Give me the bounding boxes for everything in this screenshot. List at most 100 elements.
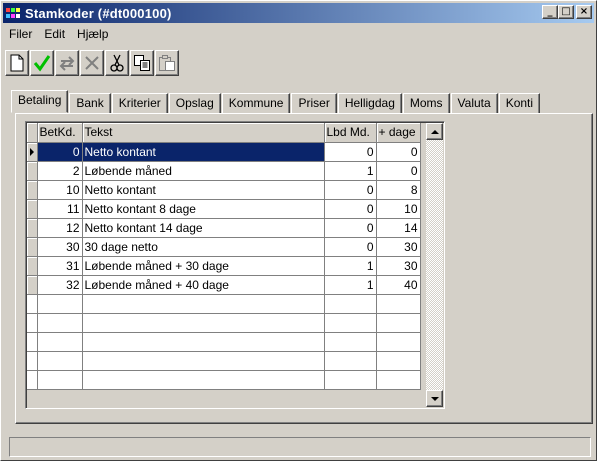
cell-tekst[interactable]: Netto kontant xyxy=(82,180,325,200)
cell-betkd[interactable]: 12 xyxy=(37,218,83,238)
accept-button[interactable] xyxy=(30,50,54,76)
row-indicator[interactable] xyxy=(27,256,38,276)
betaling-grid[interactable]: BetKd. Tekst Lbd Md. + dage 0 Netto konta… xyxy=(25,121,445,409)
tab-betaling[interactable]: Betaling xyxy=(11,90,69,113)
empty-cell[interactable] xyxy=(82,370,325,390)
column-header-betkd[interactable]: BetKd. xyxy=(37,123,83,143)
menu-edit[interactable]: Edit xyxy=(38,27,71,41)
empty-cell[interactable] xyxy=(37,294,83,314)
cell-betkd[interactable]: 32 xyxy=(37,275,83,295)
cell-tekst[interactable]: Netto kontant 8 dage xyxy=(82,199,325,219)
cell-lbd[interactable]: 0 xyxy=(324,199,377,219)
row-indicator[interactable] xyxy=(27,218,38,238)
table-row[interactable]: 2 Løbende måned 1 0 xyxy=(27,161,421,181)
empty-cell[interactable] xyxy=(324,313,377,333)
empty-row[interactable] xyxy=(27,294,421,314)
cell-dage[interactable]: 8 xyxy=(376,180,421,200)
table-row[interactable]: 0 Netto kontant 0 0 xyxy=(27,142,421,162)
cell-dage[interactable]: 40 xyxy=(376,275,421,295)
table-row[interactable]: 30 30 dage netto 0 30 xyxy=(27,237,421,257)
undo-button[interactable] xyxy=(55,50,79,76)
paste-button[interactable] xyxy=(155,50,179,76)
empty-cell[interactable] xyxy=(324,370,377,390)
table-row[interactable]: 31 Løbende måned + 30 dage 1 30 xyxy=(27,256,421,276)
empty-cell[interactable] xyxy=(376,332,421,352)
row-indicator[interactable] xyxy=(27,180,38,200)
tab-kommune[interactable]: Kommune xyxy=(221,93,291,113)
row-indicator[interactable] xyxy=(27,161,38,181)
empty-cell[interactable] xyxy=(324,294,377,314)
row-indicator[interactable] xyxy=(27,313,38,333)
tab-bank[interactable]: Bank xyxy=(69,93,111,113)
empty-cell[interactable] xyxy=(82,313,325,333)
table-row[interactable]: 32 Løbende måned + 40 dage 1 40 xyxy=(27,275,421,295)
tab-valuta[interactable]: Valuta xyxy=(450,93,498,113)
empty-cell[interactable] xyxy=(37,351,83,371)
empty-row[interactable] xyxy=(27,313,421,333)
cell-dage[interactable]: 14 xyxy=(376,218,421,238)
title-bar[interactable]: Stamkoder (#dt000100) _ □ × xyxy=(3,3,594,23)
cell-dage[interactable]: 30 xyxy=(376,237,421,257)
cell-betkd[interactable]: 11 xyxy=(37,199,83,219)
cell-tekst[interactable]: Løbende måned + 30 dage xyxy=(82,256,325,276)
empty-cell[interactable] xyxy=(376,294,421,314)
scroll-down-button[interactable] xyxy=(426,390,443,407)
cell-lbd[interactable]: 0 xyxy=(324,218,377,238)
empty-cell[interactable] xyxy=(82,351,325,371)
empty-cell[interactable] xyxy=(82,332,325,352)
minimize-button[interactable]: _ xyxy=(542,5,558,19)
cell-lbd[interactable]: 0 xyxy=(324,142,377,162)
tab-opslag[interactable]: Opslag xyxy=(168,93,221,113)
cell-lbd[interactable]: 1 xyxy=(324,161,377,181)
empty-cell[interactable] xyxy=(324,351,377,371)
empty-cell[interactable] xyxy=(324,332,377,352)
row-indicator[interactable] xyxy=(27,275,38,295)
maximize-button[interactable]: □ xyxy=(558,5,574,19)
menu-hjaelp[interactable]: Hjælp xyxy=(71,27,114,41)
cell-tekst[interactable]: Løbende måned + 40 dage xyxy=(82,275,325,295)
empty-cell[interactable] xyxy=(37,313,83,333)
column-header-dage[interactable]: + dage xyxy=(376,123,421,143)
row-indicator[interactable] xyxy=(27,332,38,352)
cell-tekst[interactable]: Netto kontant xyxy=(82,142,325,162)
delete-button[interactable] xyxy=(80,50,104,76)
menu-filer[interactable]: Filer xyxy=(3,27,38,41)
scroll-up-button[interactable] xyxy=(426,123,443,140)
cut-button[interactable] xyxy=(105,50,129,76)
vertical-scrollbar[interactable] xyxy=(426,123,443,407)
column-header-lbd-md[interactable]: Lbd Md. xyxy=(324,123,377,143)
cell-dage[interactable]: 0 xyxy=(376,161,421,181)
cell-betkd[interactable]: 2 xyxy=(37,161,83,181)
cell-betkd[interactable]: 0 xyxy=(37,142,83,162)
cell-lbd[interactable]: 1 xyxy=(324,275,377,295)
new-button[interactable] xyxy=(5,50,29,76)
row-indicator[interactable] xyxy=(27,294,38,314)
cell-lbd[interactable]: 0 xyxy=(324,180,377,200)
table-row[interactable]: 12 Netto kontant 14 dage 0 14 xyxy=(27,218,421,238)
empty-cell[interactable] xyxy=(82,294,325,314)
close-button[interactable]: × xyxy=(576,5,592,19)
tab-konti[interactable]: Konti xyxy=(498,93,541,113)
cell-tekst[interactable]: Løbende måned xyxy=(82,161,325,181)
empty-row[interactable] xyxy=(27,370,421,390)
tab-priser[interactable]: Priser xyxy=(291,93,337,113)
empty-row[interactable] xyxy=(27,351,421,371)
cell-lbd[interactable]: 1 xyxy=(324,256,377,276)
empty-cell[interactable] xyxy=(376,313,421,333)
row-indicator[interactable] xyxy=(27,142,38,162)
cell-betkd[interactable]: 10 xyxy=(37,180,83,200)
row-indicator[interactable] xyxy=(27,370,38,390)
empty-cell[interactable] xyxy=(376,351,421,371)
row-indicator[interactable] xyxy=(27,351,38,371)
copy-button[interactable] xyxy=(130,50,154,76)
cell-dage[interactable]: 0 xyxy=(376,142,421,162)
cell-tekst[interactable]: 30 dage netto xyxy=(82,237,325,257)
tab-moms[interactable]: Moms xyxy=(402,93,450,113)
column-header-tekst[interactable]: Tekst xyxy=(82,123,325,143)
tab-helligdag[interactable]: Helligdag xyxy=(337,93,402,113)
empty-row[interactable] xyxy=(27,332,421,352)
table-row[interactable]: 11 Netto kontant 8 dage 0 10 xyxy=(27,199,421,219)
empty-cell[interactable] xyxy=(37,332,83,352)
cell-betkd[interactable]: 30 xyxy=(37,237,83,257)
cell-dage[interactable]: 10 xyxy=(376,199,421,219)
